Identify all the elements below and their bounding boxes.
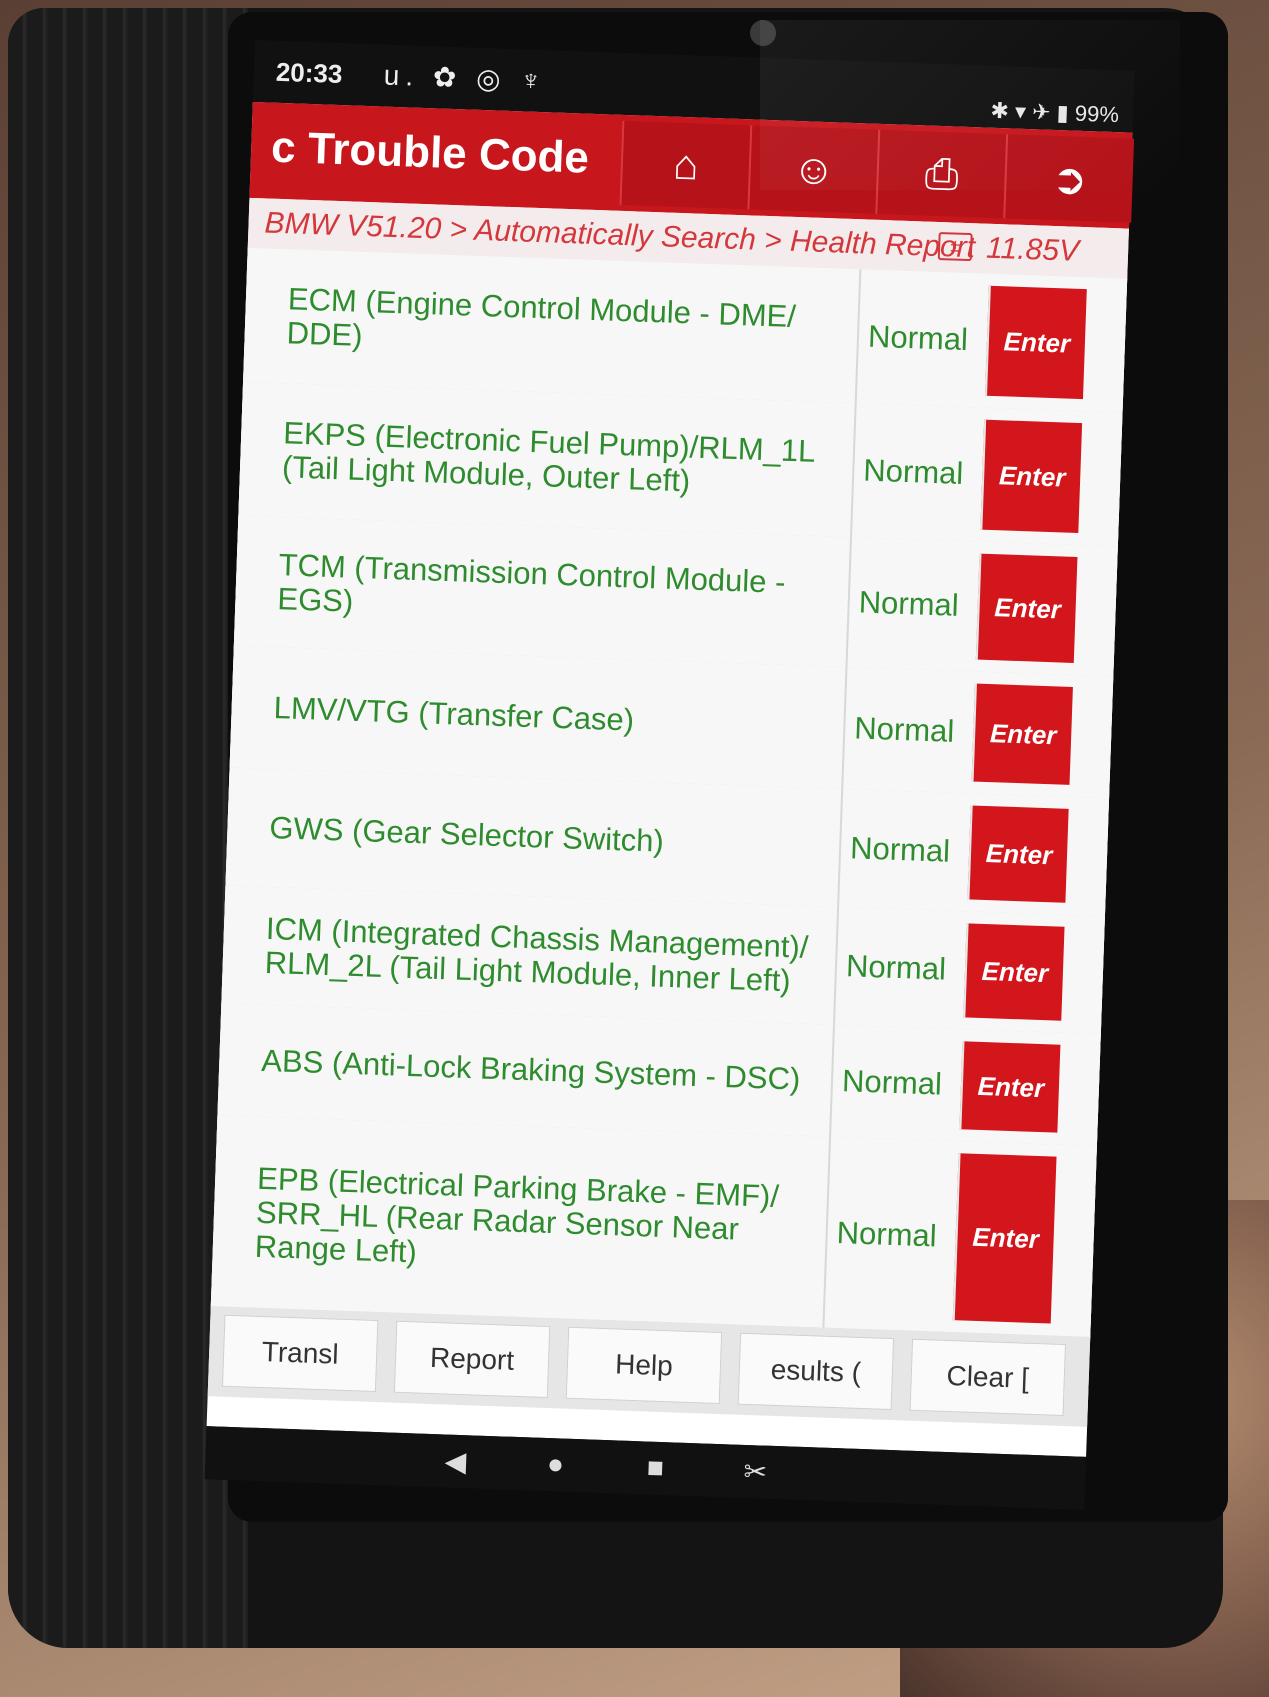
- voltage-readout: 11.85V: [985, 231, 1080, 268]
- help-button[interactable]: Help: [565, 1326, 723, 1405]
- enter-button[interactable]: Enter: [980, 419, 1083, 534]
- exit-button[interactable]: ➲: [1003, 134, 1135, 223]
- enter-button[interactable]: Enter: [985, 285, 1087, 400]
- front-camera: [750, 20, 776, 46]
- back-button[interactable]: ◀: [435, 1442, 476, 1479]
- screenshot-icon: ✂: [743, 1455, 768, 1488]
- module-name: LMV/VTG (Transfer Case): [273, 690, 635, 738]
- home-circle-icon: ●: [546, 1448, 565, 1480]
- module-name: ABS (Anti-Lock Braking System - DSC): [260, 1042, 801, 1097]
- enter-button[interactable]: Enter: [971, 683, 1073, 785]
- battery-icon: ±: [937, 231, 973, 262]
- module-status: Normal: [850, 403, 975, 542]
- module-name: ICM (Integrated Chassis Management)/ RLM…: [264, 910, 810, 999]
- module-status: Normal: [845, 537, 970, 672]
- recents-button[interactable]: ■: [635, 1449, 676, 1486]
- status-icons-left: u. ✿ ◎ ♆: [383, 59, 548, 97]
- back-icon: ◀: [444, 1444, 467, 1477]
- enter-button[interactable]: Enter: [952, 1153, 1057, 1324]
- enter-button[interactable]: Enter: [959, 1041, 1061, 1133]
- module-status: Normal: [854, 269, 980, 408]
- results-button[interactable]: esults (: [737, 1332, 895, 1411]
- module-name: TCM (Transmission Control Module - EGS): [276, 547, 787, 619]
- app-window: ✱ ▾ ✈ ▮ 99% c Trouble Code ⌂ ☺ ⎙ ➲ BMW V…: [206, 98, 1135, 1457]
- screen: 20:33 u. ✿ ◎ ♆ ✱ ▾ ✈ ▮ 99% c Trouble Cod…: [204, 40, 1135, 1510]
- module-name: EKPS (Electronic Fuel Pump)/RLM_1L (Tail…: [281, 415, 815, 499]
- support-button[interactable]: ☺: [747, 125, 879, 214]
- status-time: 20:33: [275, 56, 343, 90]
- battery-percentage: 99%: [1074, 100, 1120, 128]
- module-status: Normal: [829, 1024, 953, 1141]
- enter-button[interactable]: Enter: [975, 553, 1078, 663]
- module-row: EPB (Electrical Parking Brake - EMF)/ SR…: [210, 1115, 1097, 1339]
- module-status: Normal: [841, 666, 966, 794]
- translate-button[interactable]: Transl: [221, 1314, 379, 1393]
- home-nav-button[interactable]: ●: [535, 1446, 576, 1483]
- print-icon: ⎙: [924, 148, 960, 198]
- module-status: Normal: [837, 788, 962, 912]
- module-status: Normal: [822, 1136, 950, 1332]
- module-status: Normal: [832, 906, 958, 1029]
- enter-button[interactable]: Enter: [967, 805, 1069, 903]
- recents-icon: ■: [646, 1451, 665, 1484]
- clear-button[interactable]: Clear [: [909, 1338, 1066, 1417]
- system-icons: ✱ ▾ ✈ ▮: [990, 97, 1070, 126]
- report-button[interactable]: Report: [393, 1320, 551, 1399]
- support-icon: ☺: [791, 144, 837, 194]
- exit-icon: ➲: [1051, 154, 1089, 203]
- page-title: c Trouble Code: [270, 122, 590, 183]
- home-icon: ⌂: [672, 140, 700, 189]
- module-name: EPB (Electrical Parking Brake - EMF)/ SR…: [254, 1160, 780, 1269]
- home-button[interactable]: ⌂: [619, 120, 751, 210]
- module-list: ECM (Engine Control Module - DME/ DDE) N…: [210, 247, 1128, 1339]
- screenshot-button[interactable]: ✂: [735, 1453, 776, 1490]
- print-button[interactable]: ⎙: [875, 129, 1007, 219]
- enter-button[interactable]: Enter: [963, 923, 1065, 1021]
- module-name: ECM (Engine Control Module - DME/ DDE): [286, 281, 797, 353]
- system-status-right: ✱ ▾ ✈ ▮ 99%: [990, 98, 1119, 128]
- module-name: GWS (Gear Selector Switch): [268, 809, 665, 859]
